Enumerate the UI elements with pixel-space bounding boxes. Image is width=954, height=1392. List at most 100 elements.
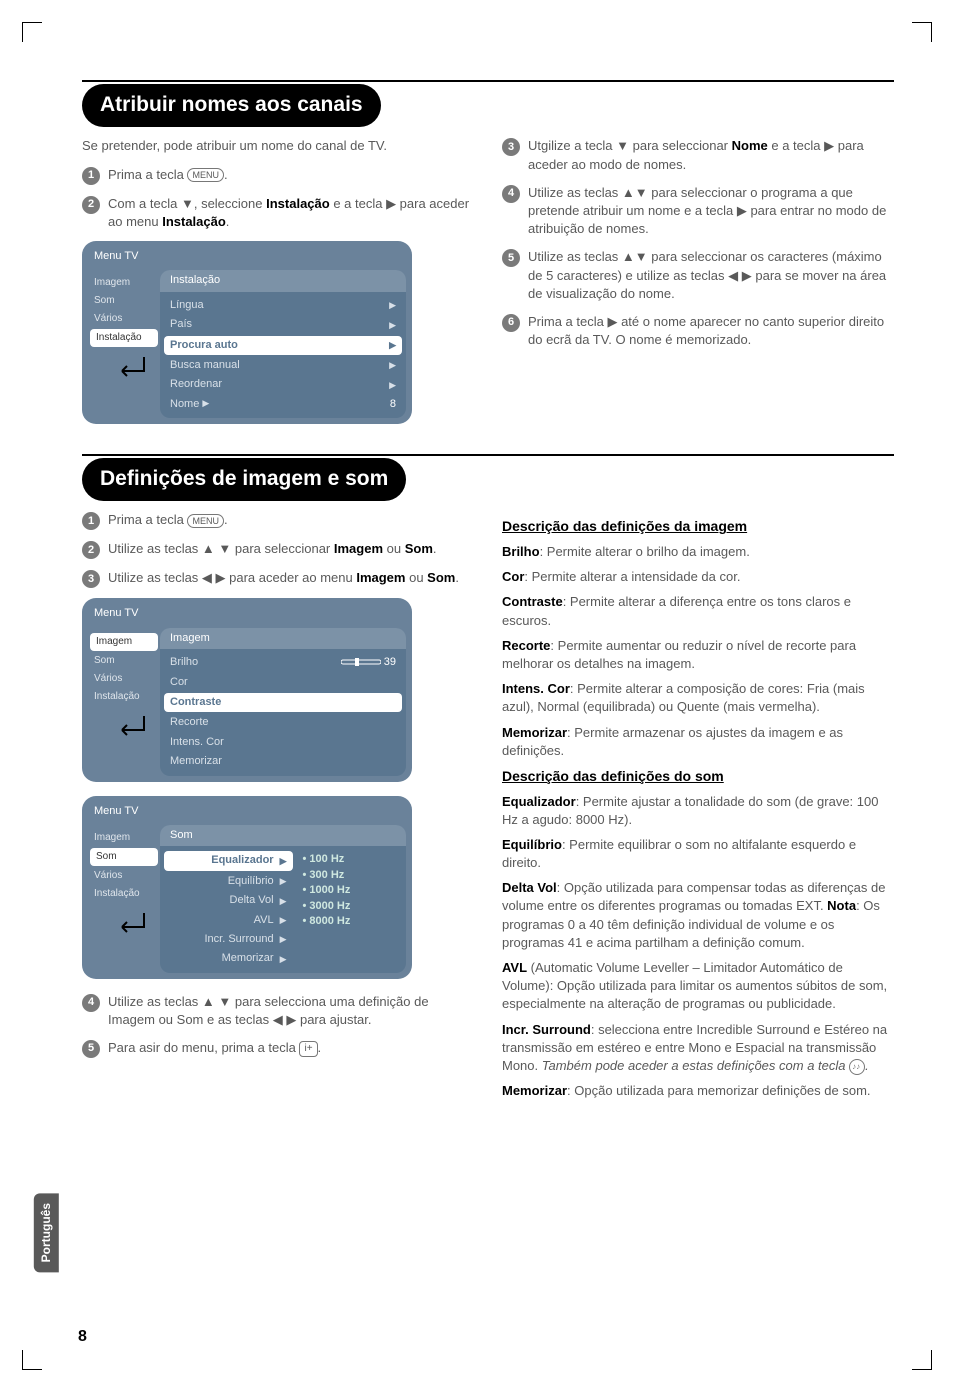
tv-menu-title: Menu TV [88, 247, 406, 270]
tv-menu-right-items: Equalizador▶ Equilíbrio▶ Delta Vol▶ AVL▶… [160, 846, 406, 972]
s1-step3: 3 Utgilize a tecla ▼ para seleccionar No… [502, 137, 894, 173]
menu-item-label: AVL [254, 913, 274, 928]
chevron-right-icon: ▶ [389, 339, 396, 352]
eq-band: • 100 Hz [303, 852, 401, 867]
s1-step1-pre: Prima a tecla [108, 167, 187, 182]
step-body: Utilize as teclas ◀ ▶ para aceder ao men… [108, 569, 474, 587]
step-badge: 2 [82, 196, 100, 214]
step-body: Prima a tecla ▶ até o nome aparecer no c… [528, 313, 894, 349]
chevron-right-icon: ▶ [280, 895, 287, 908]
back-arrow-icon [108, 909, 144, 937]
menu-item-label: Recorte [170, 715, 209, 730]
s1-step2: 2 Com a tecla ▼, seleccione Instalação e… [82, 195, 474, 231]
step-badge: 1 [82, 512, 100, 530]
def-equilibrio: Equilíbrio: Permite equilibrar o som no … [502, 836, 894, 872]
back-arrow-icon [108, 712, 144, 740]
step-body: Utilize as teclas ▲▼ para seleccionar os… [528, 248, 894, 303]
step-badge: 1 [82, 167, 100, 185]
menu-item-label: Memorizar [222, 951, 274, 966]
menu-item-label: Brilho [170, 655, 198, 670]
step-badge: 4 [82, 994, 100, 1012]
step-body-post: . [318, 1040, 322, 1055]
step-badge: 2 [82, 541, 100, 559]
def-intenscor: Intens. Cor: Permite alterar a composiçã… [502, 680, 894, 716]
menu-item-label: Língua [170, 298, 204, 313]
menu-item-label: Busca manual [170, 358, 240, 373]
tv-menu-right-title: Imagem [160, 628, 406, 649]
menu-item-value: 39 [384, 656, 396, 668]
menu-item-label: Intens. Cor [170, 735, 224, 750]
chevron-right-icon: ▶ [280, 914, 287, 927]
tv-menu-left: Imagem Som Vários Instalação [88, 628, 160, 776]
def-deltavol: Delta Vol: Opção utilizada para compensa… [502, 879, 894, 952]
s2-step4: 4 Utilize as teclas ▲ ▼ para selecciona … [82, 993, 474, 1029]
def-surround: Incr. Surround: selecciona entre Incredi… [502, 1021, 894, 1076]
menu-left-item: Imagem [88, 274, 160, 292]
s1-step6: 6 Prima a tecla ▶ até o nome aparecer no… [502, 313, 894, 349]
menu-left-item: Instalação [88, 885, 160, 903]
menu-left-item-selected: Som [90, 848, 158, 866]
section1-heading: Atribuir nomes aos canais [82, 84, 381, 127]
tv-menu-right-title: Instalação [160, 270, 406, 291]
tv-menu-install: Menu TV Imagem Som Vários Instalação [82, 241, 412, 424]
menu-item-label: Reordenar [170, 377, 222, 392]
descr-image-heading: Descrição das definições da imagem [502, 517, 894, 537]
menu-left-item: Imagem [88, 829, 160, 847]
menu-item-label: Contraste [170, 695, 221, 710]
menu-left-item: Vários [88, 310, 160, 328]
def-cor: Cor: Permite alterar a intensidade da co… [502, 568, 894, 586]
s2-step3: 3 Utilize as teclas ◀ ▶ para aceder ao m… [82, 569, 474, 588]
section1-intro: Se pretender, pode atribuir um nome do c… [82, 137, 474, 155]
s2-step5: 5 Para asir do menu, prima a tecla i+. [82, 1039, 474, 1058]
def-equalizador: Equalizador: Permite ajustar a tonalidad… [502, 793, 894, 829]
s1-step1-post: . [224, 167, 228, 182]
chevron-right-icon: ▶ [202, 398, 209, 408]
s2-step1: 1 Prima a tecla MENU. [82, 511, 474, 530]
divider [82, 80, 894, 82]
chevron-right-icon: ▶ [280, 953, 287, 966]
step-badge: 3 [82, 570, 100, 588]
chevron-right-icon: ▶ [389, 299, 396, 312]
menu-left-item: Som [88, 292, 160, 310]
tv-menu-title: Menu TV [88, 802, 406, 825]
menu-item-label: Equilíbrio [228, 874, 274, 889]
tv-menu-right-items: Brilho 39 Cor Contraste Recorte Intens. [160, 649, 406, 775]
tv-menu-sound: Menu TV Imagem Som Vários Instalação [82, 796, 412, 979]
chevron-right-icon: ▶ [280, 855, 287, 868]
step-badge: 4 [502, 185, 520, 203]
def-avl: AVL (Automatic Volume Leveller – Limitad… [502, 959, 894, 1014]
slider-icon [341, 658, 381, 666]
chevron-right-icon: ▶ [280, 933, 287, 946]
step-body: Utilize as teclas ▲ ▼ para seleccionar I… [108, 540, 474, 558]
menu-left-item: Vários [88, 867, 160, 885]
tv-menu-left: Imagem Som Vários Instalação [88, 825, 160, 973]
step-body: Utilize as teclas ▲ ▼ para selecciona um… [108, 993, 474, 1029]
menu-item-label: Delta Vol [230, 893, 274, 908]
back-arrow-icon [108, 353, 144, 381]
divider [82, 454, 894, 456]
step-badge: 5 [82, 1040, 100, 1058]
menu-item-value: 8 [390, 397, 396, 412]
page-number: 8 [78, 1326, 87, 1348]
s1-step2-body: Com a tecla ▼, seleccione Instalação e a… [108, 195, 474, 231]
tv-menu-left: Imagem Som Vários Instalação [88, 270, 160, 418]
menu-icon: MENU [187, 514, 224, 529]
s1-step5: 5 Utilize as teclas ▲▼ para seleccionar … [502, 248, 894, 303]
chevron-right-icon: ▶ [389, 379, 396, 392]
menu-left-item: Som [88, 652, 160, 670]
def-contraste: Contraste: Permite alterar a diferença e… [502, 593, 894, 629]
language-tab: Português [34, 1193, 59, 1272]
tv-menu-right-items: Língua▶ País▶ Procura auto▶ Busca manual… [160, 292, 406, 418]
eq-band: • 8000 Hz [303, 914, 401, 929]
menu-item-label: Incr. Surround [204, 932, 273, 947]
chevron-right-icon: ▶ [389, 319, 396, 332]
tv-menu-right-title: Som [160, 825, 406, 846]
def-brilho: Brilho: Permite alterar o brilho da imag… [502, 543, 894, 561]
menu-item-label: Memorizar [170, 754, 222, 769]
step-badge: 5 [502, 249, 520, 267]
menu-item-label: Nome [170, 398, 199, 410]
menu-left-item: Instalação [88, 688, 160, 706]
menu-left-item-selected: Imagem [90, 633, 158, 651]
step-badge: 3 [502, 138, 520, 156]
step-body: Utgilize a tecla ▼ para seleccionar Nome… [528, 137, 894, 173]
